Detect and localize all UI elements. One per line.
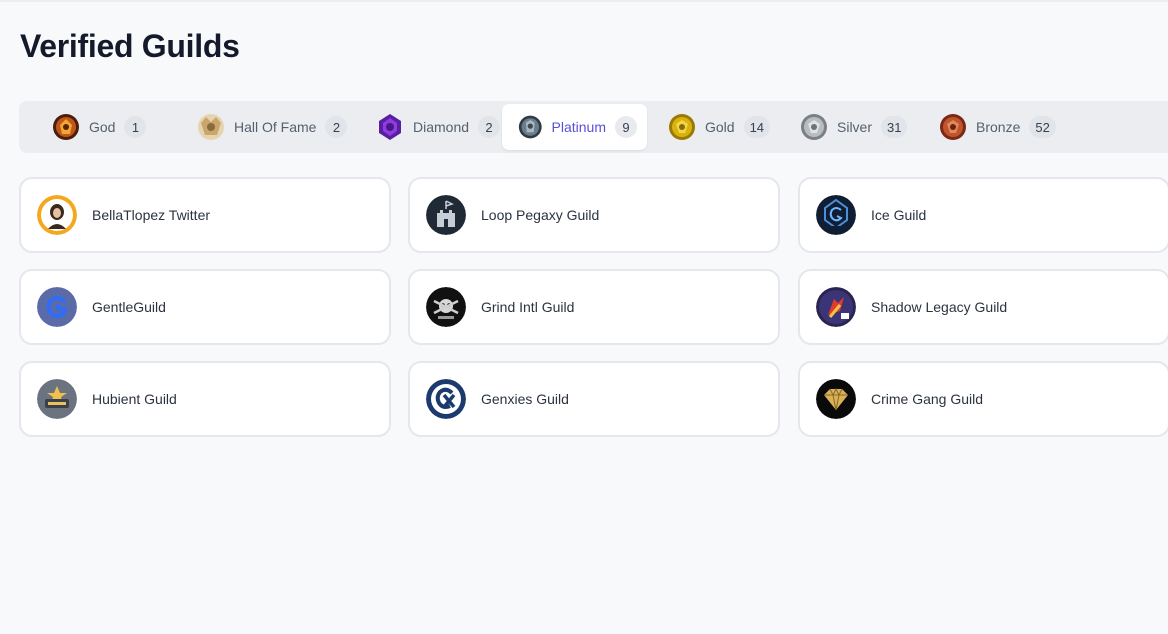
tab-label: Diamond [413,119,470,135]
grind-intl-avatar-icon [426,287,466,327]
tab-silver[interactable]: Silver 31 [784,104,917,150]
hall-of-fame-medal-icon [198,114,224,140]
tab-hall-of-fame[interactable]: Hall Of Fame 2 [181,104,357,150]
loop-pegaxy-avatar-icon [426,195,466,235]
bellatlopez-avatar-icon [37,195,77,235]
guild-card-loop-pegaxy[interactable]: Loop Pegaxy Guild [408,177,780,253]
platinum-medal-icon [518,115,542,139]
guild-name: BellaTlopez Twitter [92,207,211,223]
gold-medal-icon [669,114,695,140]
tab-gold[interactable]: Gold 14 [652,104,780,150]
guild-card-crime-gang[interactable]: Crime Gang Guild [798,361,1168,437]
tab-count-badge: 14 [743,116,771,138]
tab-label: Gold [705,119,735,135]
tab-label: Hall Of Fame [234,119,317,135]
tier-tab-bar: God 1 Hall Of Fame 2 Diamond 2 Platinum … [19,101,1168,153]
tab-label: Platinum [551,119,606,135]
tab-diamond[interactable]: Diamond 2 [360,104,510,150]
tab-label: Bronze [976,119,1021,135]
guild-name: Loop Pegaxy Guild [481,207,600,223]
ice-guild-avatar-icon [816,195,856,235]
guild-card-hubient[interactable]: Hubient Guild [19,361,391,437]
top-divider [0,0,1168,2]
guild-name: Crime Gang Guild [871,391,984,407]
guild-card-gentleguild[interactable]: GentleGuild [19,269,391,345]
tab-count-badge: 9 [615,116,637,138]
tab-count-badge: 2 [325,116,348,138]
guild-name: Shadow Legacy Guild [871,299,1008,315]
gentleguild-avatar-icon [37,287,77,327]
guild-card-genxies[interactable]: Genxies Guild [408,361,780,437]
guild-card-ice-guild[interactable]: Ice Guild [798,177,1168,253]
genxies-avatar-icon [426,379,466,419]
diamond-medal-icon [379,114,401,140]
page-title: Verified Guilds [20,28,240,64]
guild-card-grind-intl[interactable]: Grind Intl Guild [408,269,780,345]
tab-label: Silver [837,119,873,135]
hubient-avatar-icon [37,379,77,419]
tab-bronze[interactable]: Bronze 52 [923,104,1066,150]
tab-platinum[interactable]: Platinum 9 [502,104,647,150]
crime-gang-avatar-icon [816,379,856,419]
tab-god[interactable]: God 1 [36,104,156,150]
guild-name: Hubient Guild [92,391,177,407]
bronze-medal-icon [940,114,966,140]
guild-name: Grind Intl Guild [481,299,575,315]
guild-name: Ice Guild [871,207,927,223]
guild-card-shadow-legacy[interactable]: Shadow Legacy Guild [798,269,1168,345]
guild-name: Genxies Guild [481,391,569,407]
shadow-legacy-avatar-icon [816,287,856,327]
guild-card-bellatlopez[interactable]: BellaTlopez Twitter [19,177,391,253]
silver-medal-icon [801,114,827,140]
tab-count-badge: 52 [1029,116,1056,138]
guild-name: GentleGuild [92,299,166,315]
tab-count-badge: 31 [881,116,908,138]
tab-count-badge: 2 [478,116,501,138]
tab-count-badge: 1 [124,116,147,138]
tab-label: God [89,119,116,135]
god-medal-icon [53,114,79,140]
